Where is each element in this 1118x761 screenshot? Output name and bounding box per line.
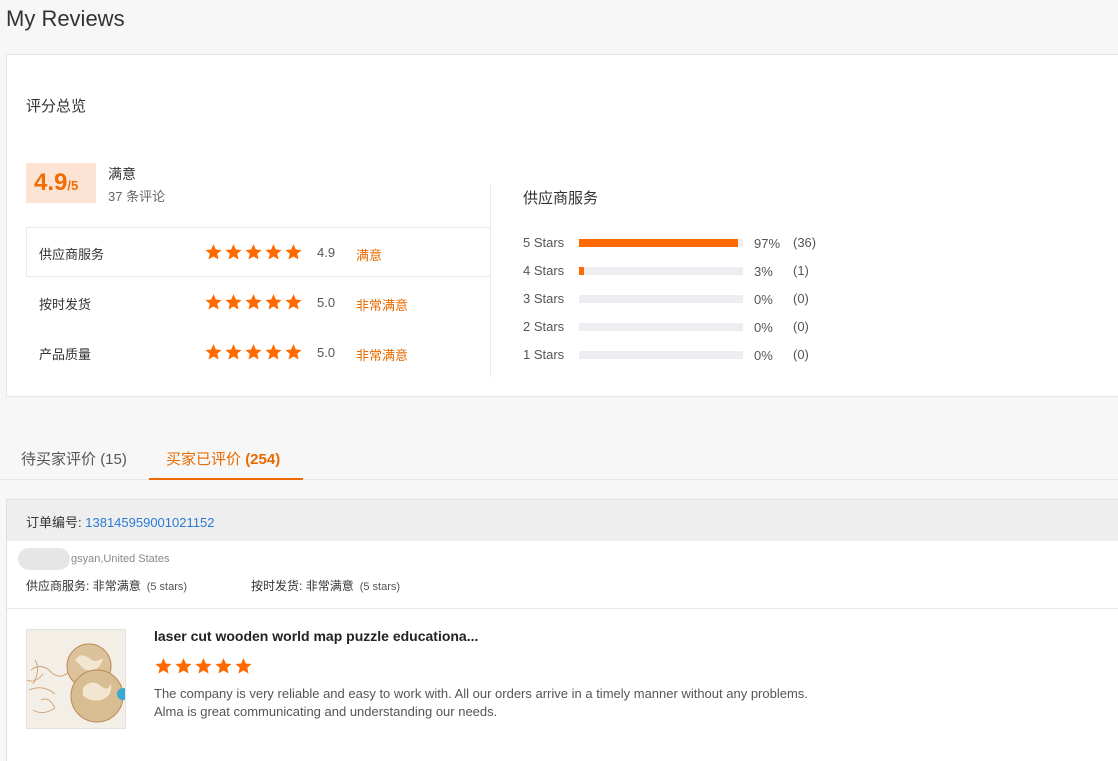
distribution-count: (0): [793, 291, 809, 306]
rating-overview-panel: [6, 54, 1118, 397]
star-icon: [205, 244, 222, 260]
meta-label: 按时发货:: [251, 579, 303, 593]
review-star-rating: [154, 657, 253, 675]
distribution-count: (36): [793, 235, 817, 250]
star-icon: [205, 294, 222, 310]
order-number-label: 订单编号:: [26, 515, 82, 530]
distribution-percent: 3%: [754, 264, 773, 279]
rating-row-satisfaction: 非常满意: [356, 348, 409, 363]
divider: [26, 227, 27, 277]
distribution-bar: [579, 351, 743, 359]
tab-reviewed[interactable]: 买家已评价 (254): [166, 448, 280, 469]
distribution-percent: 0%: [754, 348, 773, 363]
star-icon: [285, 244, 302, 260]
overall-satisfaction: 满意: [108, 166, 136, 182]
distribution-bar: [579, 295, 743, 303]
distribution-count: (0): [793, 319, 809, 334]
rating-row-satisfaction: 满意: [356, 248, 383, 263]
distribution-count: (0): [793, 347, 809, 362]
overall-score: 4.9: [34, 169, 68, 196]
divider: [490, 185, 491, 377]
divider: [7, 608, 1118, 609]
tab-count: (254): [245, 451, 281, 468]
meta-stars: (5 stars): [359, 581, 401, 593]
rating-row-label: 产品质量: [39, 347, 92, 362]
distribution-label: 2 Stars: [523, 319, 565, 334]
tab-label: 买家已评价: [166, 451, 242, 468]
star-icon: [265, 344, 282, 360]
delivery-rating: 按时发货: 非常满意 (5 stars): [251, 577, 400, 594]
distribution-label: 3 Stars: [523, 291, 565, 306]
rating-row-score: 5.0: [317, 295, 336, 310]
distribution-percent: 0%: [754, 292, 773, 307]
divider: [26, 227, 490, 228]
supplier-service-rating: 供应商服务: 非常满意 (5 stars): [26, 577, 187, 594]
meta-label: 供应商服务:: [26, 579, 90, 593]
star-icon: [265, 244, 282, 260]
star-icon: [245, 294, 262, 310]
order-number-row: 订单编号: 138145959001021152: [26, 512, 214, 531]
product-title[interactable]: laser cut wooden world map puzzle educat…: [154, 628, 478, 644]
tab-count: (15): [100, 451, 127, 468]
divider: [26, 276, 490, 277]
overall-score-suffix: /5: [67, 178, 79, 193]
star-icon: [175, 658, 192, 674]
star-icon: [225, 344, 242, 360]
meta-value: 非常满意: [92, 579, 141, 593]
distribution-bar: [579, 323, 743, 331]
product-thumbnail[interactable]: [26, 629, 126, 729]
star-icon: [195, 658, 212, 674]
rating-row-score: 5.0: [317, 345, 336, 360]
rating-row-label: 供应商服务: [39, 247, 105, 262]
star-icon: [235, 658, 252, 674]
active-tab-indicator: [149, 478, 303, 480]
distribution-count: (1): [793, 263, 809, 278]
distribution-bar: [579, 239, 743, 247]
star-icon: [155, 658, 172, 674]
meta-stars: (5 stars): [146, 581, 188, 593]
distribution-bar-fill: [579, 267, 584, 275]
star-icon: [225, 244, 242, 260]
distribution-label: 4 Stars: [523, 263, 565, 278]
distribution-bar: [579, 267, 743, 275]
star-icon: [245, 344, 262, 360]
rating-row-label: 按时发货: [39, 297, 92, 312]
star-icon: [225, 294, 242, 310]
distribution-percent: 97%: [754, 236, 781, 251]
page-title: My Reviews: [6, 6, 125, 31]
star-rating: [204, 243, 303, 261]
overview-title: 评分总览: [26, 98, 87, 115]
distribution-percent: 0%: [754, 320, 773, 335]
buyer-name: gsyan,United States: [71, 553, 170, 565]
rating-row-satisfaction: 非常满意: [356, 298, 409, 313]
review-text: The company is very reliable and easy to…: [154, 686, 808, 719]
distribution-label: 5 Stars: [523, 235, 565, 250]
star-rating: [204, 293, 303, 311]
review-count: 37 条评论: [108, 189, 166, 204]
star-icon: [245, 244, 262, 260]
rating-row-score: 4.9: [317, 245, 336, 260]
star-icon: [205, 344, 222, 360]
distribution-bar-fill: [579, 239, 739, 247]
star-icon: [285, 344, 302, 360]
star-rating: [204, 343, 303, 361]
tab-pending-reviews[interactable]: 待买家评价 (15): [21, 448, 127, 469]
star-icon: [285, 294, 302, 310]
product-image: [27, 630, 125, 728]
star-icon: [265, 294, 282, 310]
overall-score-badge: 4.9/5: [26, 163, 96, 203]
tab-label: 待买家评价: [21, 451, 97, 468]
distribution-title: 供应商服务: [523, 190, 599, 207]
distribution-label: 1 Stars: [523, 347, 565, 362]
order-number-link[interactable]: 138145959001021152: [85, 515, 214, 530]
star-icon: [215, 658, 232, 674]
meta-value: 非常满意: [305, 579, 354, 593]
avatar: [18, 548, 70, 570]
